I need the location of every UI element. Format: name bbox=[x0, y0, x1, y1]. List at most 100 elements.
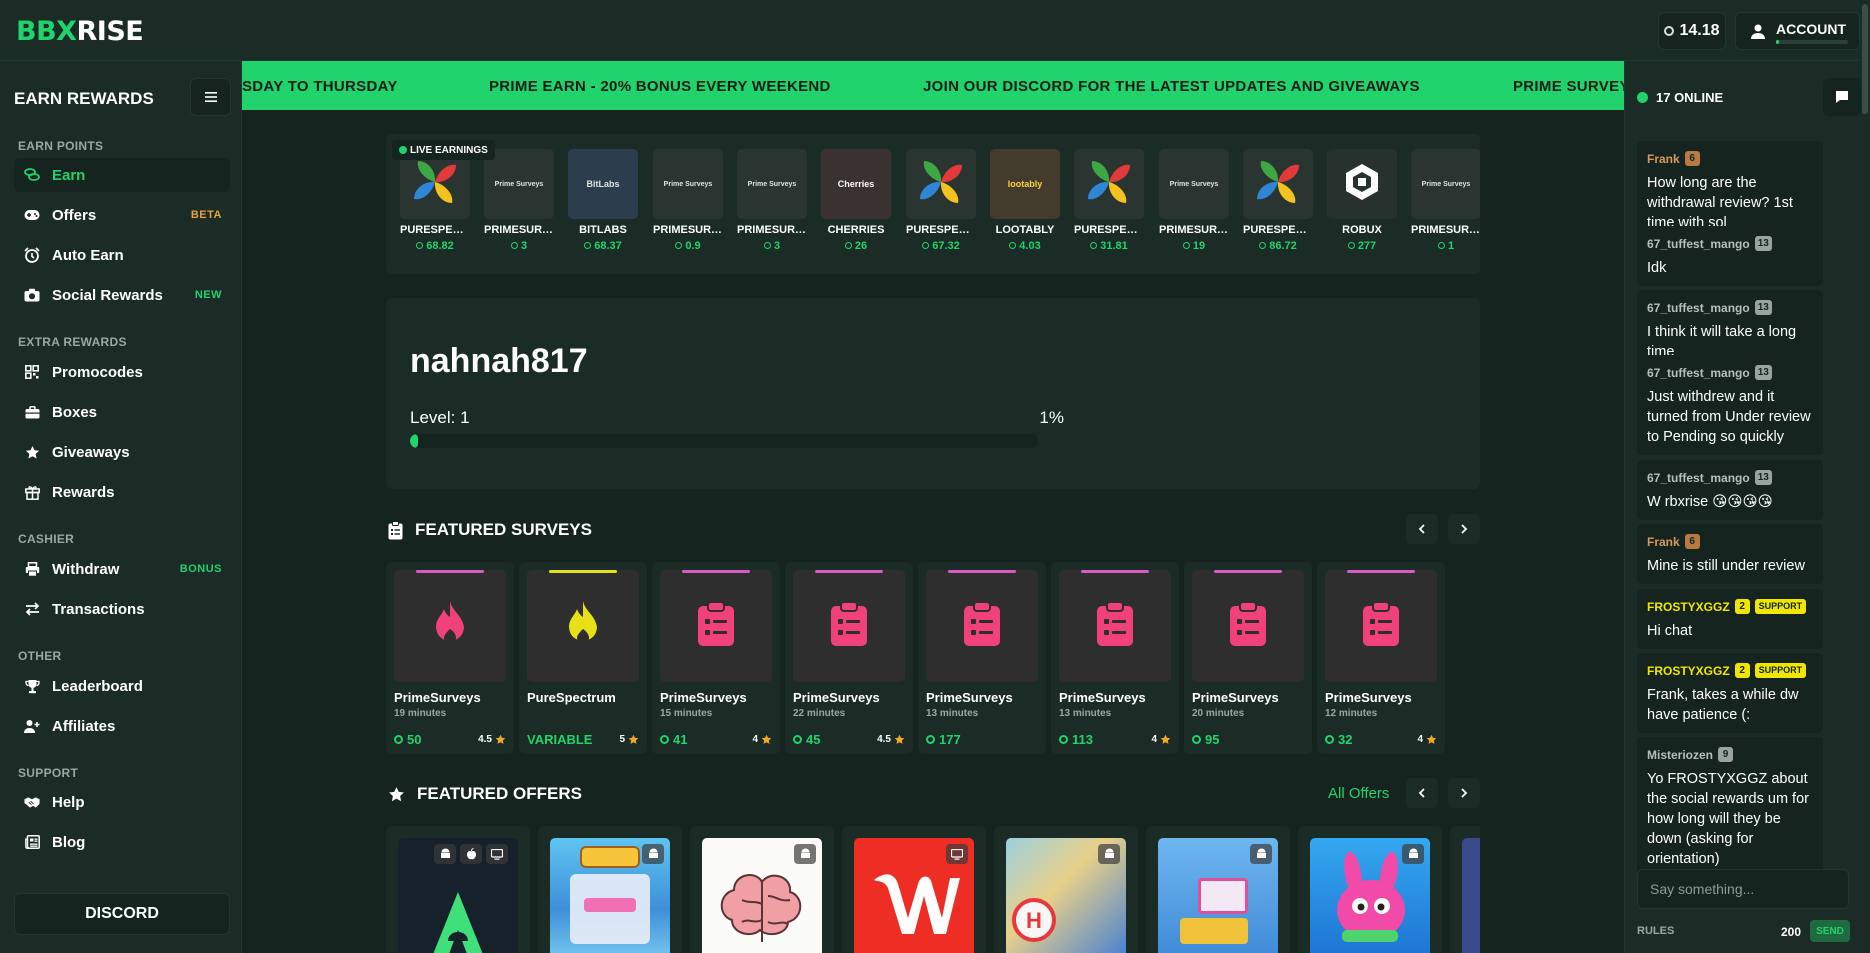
sidebar-item-earn[interactable]: Earn bbox=[14, 158, 230, 192]
hamburger-icon bbox=[204, 92, 217, 102]
chat-rules-link[interactable]: RULES bbox=[1637, 925, 1674, 937]
sidebar-item-leaderboard[interactable]: Leaderboard bbox=[14, 669, 230, 703]
tile-master-logo bbox=[580, 846, 640, 868]
survey-provider: PrimeSurveys bbox=[660, 690, 747, 705]
chat-message-header: Misteriozen 9 bbox=[1647, 746, 1813, 763]
live-earning-thumbnail bbox=[1074, 149, 1144, 219]
marquee-item: PRIME EARN - 20% BONUS EVERY WEEKEND bbox=[489, 78, 831, 95]
star-icon bbox=[1160, 734, 1171, 744]
chat-username[interactable]: 67_tuffest_mango bbox=[1647, 471, 1750, 485]
send-button[interactable]: SEND bbox=[1810, 920, 1850, 942]
sidebar-item-promocodes[interactable]: Promocodes bbox=[14, 355, 230, 389]
purespectrum-logo-icon bbox=[1253, 157, 1303, 212]
live-earning-item: Prime Surveys PRIMESURVEYS 3 bbox=[484, 149, 554, 265]
page-scrollbar[interactable] bbox=[1860, 0, 1870, 953]
clipboard-list-icon bbox=[388, 520, 403, 539]
survey-card[interactable]: PrimeSurveys 13 minutes 113 4 bbox=[1051, 562, 1179, 754]
chat-username[interactable]: 67_tuffest_mango bbox=[1647, 366, 1750, 380]
sidebar-item-blog[interactable]: Blog bbox=[14, 825, 230, 859]
chat-message-input[interactable] bbox=[1637, 869, 1849, 909]
chat-username[interactable]: Misteriozen bbox=[1647, 748, 1713, 762]
live-earning-amount: 19 bbox=[1159, 240, 1229, 252]
sidebar-item-giveaways[interactable]: Giveaways bbox=[14, 435, 230, 469]
offers-prev-button[interactable] bbox=[1406, 778, 1438, 808]
chat-toggle-button[interactable] bbox=[1823, 78, 1861, 116]
desktop-icon bbox=[486, 844, 508, 864]
section-extra-rewards: EXTRA REWARDS bbox=[18, 335, 127, 349]
surveys-next-button[interactable] bbox=[1448, 514, 1480, 544]
menu-toggle-button[interactable] bbox=[190, 78, 231, 116]
offer-card[interactable] bbox=[1146, 826, 1290, 953]
live-earning-name: PRIMESURVEYS bbox=[1411, 224, 1480, 236]
survey-card[interactable]: PrimeSurveys 12 minutes 32 4 bbox=[1317, 562, 1445, 754]
chat-message: 67_tuffest_mango 13 Idk bbox=[1637, 226, 1823, 286]
discord-button[interactable]: DISCORD bbox=[14, 893, 230, 935]
live-earnings-panel: PURESPECTRUM 68.82 Prime Surveys PRIMESURVE… bbox=[386, 134, 1480, 274]
bitlabs-logo: BitLabs bbox=[586, 179, 620, 189]
survey-duration: 19 minutes bbox=[394, 708, 447, 719]
level-progress-percent: 1% bbox=[1039, 408, 1064, 427]
chat-username[interactable]: Frank bbox=[1647, 152, 1680, 166]
survey-thumbnail bbox=[793, 570, 905, 682]
survey-duration: 12 minutes bbox=[1325, 708, 1378, 719]
sidebar-item-help[interactable]: Help bbox=[14, 785, 230, 819]
chat-message-header: Frank 6 bbox=[1647, 150, 1813, 167]
sidebar-item-offers[interactable]: Offers BETA bbox=[14, 198, 230, 232]
offer-card[interactable] bbox=[1298, 826, 1442, 953]
purespectrum-logo-icon bbox=[410, 157, 460, 212]
purespectrum-logo-icon bbox=[1084, 157, 1134, 212]
offer-card[interactable] bbox=[538, 826, 682, 953]
offers-next-button[interactable] bbox=[1448, 778, 1480, 808]
offer-card[interactable]: H bbox=[994, 826, 1138, 953]
chat-username[interactable]: 67_tuffest_mango bbox=[1647, 237, 1750, 251]
android-icon bbox=[642, 844, 664, 864]
live-earning-item: Prime Surveys PRIMESURVEYS 0.9 bbox=[653, 149, 723, 265]
chat-username[interactable]: 67_tuffest_mango bbox=[1647, 301, 1750, 315]
live-earning-thumbnail: Prime Surveys bbox=[1159, 149, 1229, 219]
survey-card[interactable]: PrimeSurveys 22 minutes 45 4.5 bbox=[785, 562, 913, 754]
survey-card[interactable]: PrimeSurveys 13 minutes 177 bbox=[918, 562, 1046, 754]
surveys-prev-button[interactable] bbox=[1406, 514, 1438, 544]
chat-username[interactable]: FROSTYXGGZ bbox=[1647, 600, 1730, 614]
survey-card[interactable]: PrimeSurveys 15 minutes 41 4 bbox=[652, 562, 780, 754]
sidebar-item-social-rewards[interactable]: Social Rewards NEW bbox=[14, 278, 230, 312]
account-button[interactable]: ACCOUNT bbox=[1735, 12, 1860, 50]
sidebar-item-withdraw[interactable]: Withdraw BONUS bbox=[14, 552, 230, 586]
chat-username[interactable]: FROSTYXGGZ bbox=[1647, 664, 1730, 678]
page-scrollbar-thumb[interactable] bbox=[1862, 4, 1868, 114]
android-icon bbox=[434, 844, 456, 864]
chevron-left-icon bbox=[1418, 524, 1425, 534]
sidebar-item-auto-earn[interactable]: Auto Earn bbox=[14, 238, 230, 272]
user-level-badge: 9 bbox=[1718, 747, 1734, 762]
sidebar-item-boxes[interactable]: Boxes bbox=[14, 395, 230, 429]
user-plus-icon bbox=[24, 718, 40, 734]
offer-card[interactable] bbox=[842, 826, 986, 953]
bunny-character bbox=[1337, 852, 1405, 942]
sidebar-item-rewards[interactable]: Rewards bbox=[14, 475, 230, 509]
survey-reward: 113 bbox=[1059, 732, 1093, 747]
username: nahnah817 bbox=[410, 342, 588, 380]
survey-thumbnail bbox=[660, 570, 772, 682]
chat-username[interactable]: Frank bbox=[1647, 535, 1680, 549]
live-earning-name: PURESPECTRUM bbox=[1243, 224, 1313, 236]
apple-icon bbox=[460, 844, 482, 864]
chat-message-header: 67_tuffest_mango 13 bbox=[1647, 299, 1813, 316]
support-role-badge: SUPPORT bbox=[1754, 599, 1807, 614]
survey-card[interactable]: PrimeSurveys 20 minutes 95 bbox=[1184, 562, 1312, 754]
all-offers-link[interactable]: All Offers bbox=[1328, 785, 1389, 802]
level-label: Level: 1 bbox=[410, 408, 470, 427]
survey-card[interactable]: PrimeSurveys 19 minutes 50 4.5 bbox=[386, 562, 514, 754]
coin-icon bbox=[1325, 735, 1334, 744]
survey-card[interactable]: PureSpectrum VARIABLE 5 bbox=[519, 562, 647, 754]
offer-card[interactable] bbox=[386, 826, 530, 953]
offer-card[interactable] bbox=[690, 826, 834, 953]
sidebar-item-transactions[interactable]: Transactions bbox=[14, 592, 230, 626]
offer-card[interactable] bbox=[1450, 826, 1480, 953]
site-logo[interactable]: BBX RISE bbox=[16, 14, 144, 48]
char-count: 200 bbox=[1781, 925, 1802, 939]
sidebar-item-affiliates[interactable]: Affiliates bbox=[14, 709, 230, 743]
survey-accent-line bbox=[1214, 570, 1282, 573]
survey-accent-line bbox=[1081, 570, 1149, 573]
balance-display: 14.18 bbox=[1658, 12, 1726, 50]
live-earning-thumbnail: Prime Surveys bbox=[1411, 149, 1480, 219]
